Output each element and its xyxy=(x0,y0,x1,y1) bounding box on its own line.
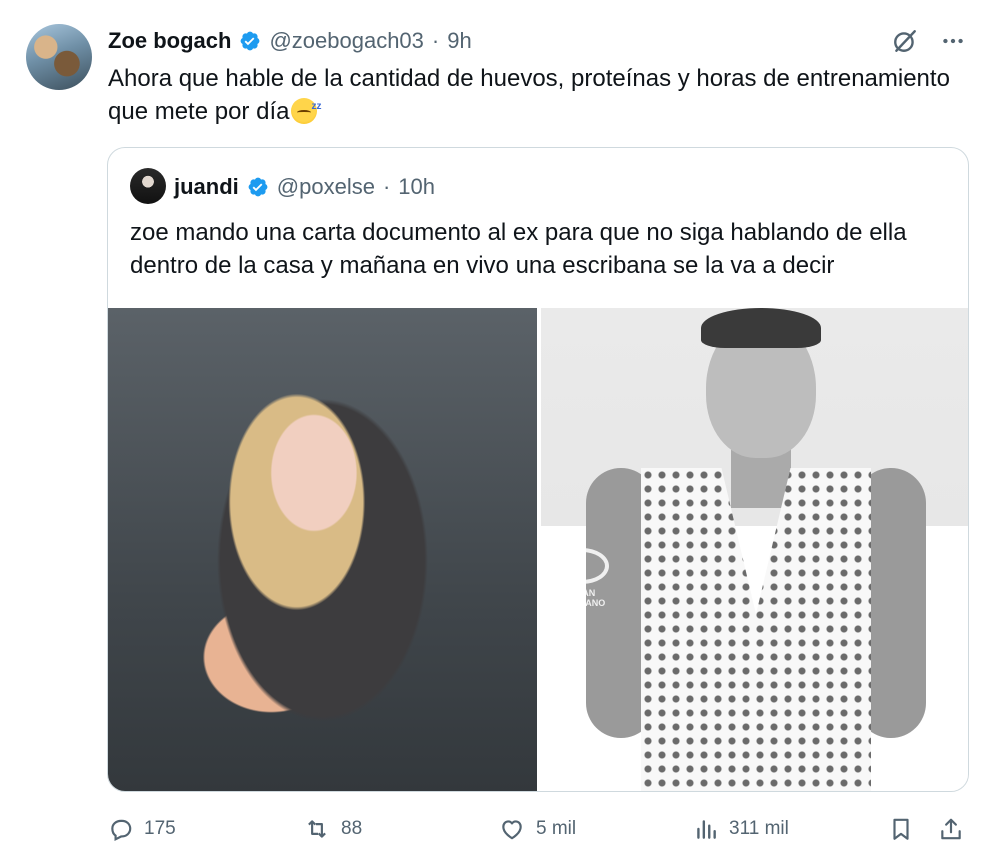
share-icon xyxy=(941,818,961,840)
views-count: 311 mil xyxy=(729,818,789,839)
tweet-text: Ahora que hable de la cantidad de huevos… xyxy=(108,62,968,128)
author-name[interactable]: Zoe bogach xyxy=(108,28,231,54)
share-button[interactable] xyxy=(938,816,964,842)
reply-count: 175 xyxy=(144,818,176,839)
quoted-tweet-header: juandi @poxelse · 10h xyxy=(174,172,435,202)
gran-hermano-watermark-text: GRAN HERMANO xyxy=(558,588,606,608)
telefe-watermark-text: telefe xyxy=(928,574,962,589)
tweet-header: Zoe bogach @zoebogach03 · 9h xyxy=(108,26,472,56)
telefe-watermark: ●●● telefe xyxy=(928,551,964,590)
photo-mesh-vest xyxy=(641,468,871,791)
media-photo-man[interactable]: GRAN HERMANO ●●● telefe xyxy=(541,308,968,791)
heart-icon xyxy=(502,820,522,840)
separator-dot: · xyxy=(431,28,440,53)
bookmark-button[interactable] xyxy=(888,816,914,842)
author-handle[interactable]: @zoebogach03 xyxy=(269,28,423,54)
verified-badge-icon xyxy=(241,31,260,51)
grok-icon[interactable] xyxy=(892,28,918,54)
more-options-icon[interactable] xyxy=(940,28,966,54)
telefe-dots-icon: ●●● xyxy=(929,551,964,576)
quoted-author-handle[interactable]: @poxelse xyxy=(277,174,375,200)
repost-icon xyxy=(308,820,326,838)
author-avatar[interactable] xyxy=(26,24,92,90)
bookmark-icon xyxy=(893,818,909,840)
quoted-author-avatar[interactable] xyxy=(130,168,166,204)
quoted-author-name[interactable]: juandi xyxy=(174,174,239,200)
views-chart-icon xyxy=(697,820,716,839)
reply-button[interactable]: 175 xyxy=(108,816,176,842)
gran-hermano-watermark: GRAN HERMANO xyxy=(547,548,617,608)
quoted-tweet-time[interactable]: 10h xyxy=(398,174,435,200)
tweet-top-actions xyxy=(892,28,966,54)
verified-badge-icon xyxy=(248,177,268,197)
gran-hermano-eye-icon xyxy=(555,548,609,584)
media-photo-woman[interactable] xyxy=(108,308,537,791)
repost-button[interactable]: 88 xyxy=(303,816,362,842)
photo-hair xyxy=(701,308,821,348)
tweet-card[interactable]: Zoe bogach @zoebogach03 · 9h Ahora que h… xyxy=(0,0,1000,861)
quoted-tweet[interactable]: juandi @poxelse · 10h zoe mando una cart… xyxy=(107,147,969,792)
quoted-tweet-text: zoe mando una carta documento al ex para… xyxy=(130,219,907,279)
tweet-action-bar: 175 88 5 mil 311 mil xyxy=(108,812,970,848)
like-count: 5 mil xyxy=(536,818,577,839)
sleeping-face-emoji-icon xyxy=(291,90,321,124)
tweet-text-content: Ahora que hable de la cantidad de huevos… xyxy=(108,65,950,125)
separator-dot: · xyxy=(382,174,391,199)
reply-icon xyxy=(111,819,132,842)
repost-count: 88 xyxy=(341,818,363,839)
like-button[interactable]: 5 mil xyxy=(498,816,576,842)
views-button[interactable]: 311 mil xyxy=(693,816,789,842)
tweet-time[interactable]: 9h xyxy=(447,28,471,54)
